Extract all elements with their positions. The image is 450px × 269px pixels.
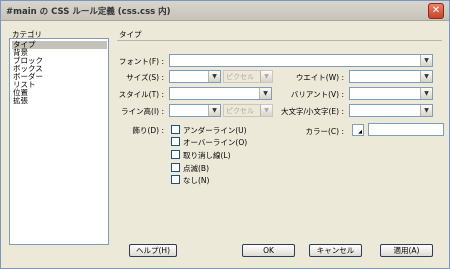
chevron-down-icon: ▼ [420, 88, 432, 99]
ok-button[interactable]: OK [242, 244, 295, 257]
underline-checkbox[interactable] [171, 125, 180, 134]
color-picker-button[interactable]: ◢ [352, 124, 364, 136]
none-label: なし(N) [183, 176, 210, 185]
css-rule-dialog: #main の CSS ルール定義 (css.css 内) ✕ カテゴリ タイプ… [0, 0, 450, 269]
chevron-down-icon: ▼ [260, 105, 272, 116]
weight-label: ウエイト(W) : [295, 73, 344, 82]
size-select[interactable]: ▼ [169, 70, 221, 83]
strikethrough-checkbox[interactable] [171, 150, 180, 159]
blink-label: 点滅(B) [183, 164, 209, 173]
dialog-title: #main の CSS ルール定義 (css.css 内) [6, 7, 171, 17]
size-unit-value: ピクセル [226, 73, 254, 81]
category-list: タイプ 背景 ブロック ボックス ボーダー リスト 位置 拡張 [9, 38, 109, 245]
weight-select[interactable]: ▼ [349, 70, 433, 83]
overline-label: オーバーライン(O) [183, 138, 248, 147]
chevron-down-icon: ▼ [420, 105, 432, 116]
color-input[interactable] [368, 123, 444, 136]
case-label: 大文字/小文字(E) : [280, 107, 344, 116]
size-label: サイズ(S) : [126, 73, 164, 82]
size-unit-select: ピクセル ▼ [223, 70, 273, 83]
chevron-down-icon: ▼ [420, 71, 432, 82]
style-select[interactable]: ▼ [169, 87, 272, 100]
chevron-down-icon: ▼ [420, 55, 432, 66]
help-button[interactable]: ヘルプ(H) [129, 244, 177, 257]
underline-label: アンダーライン(U) [183, 126, 247, 135]
variant-label: バリアント(V) : [290, 90, 344, 99]
chevron-down-icon: ▼ [260, 71, 272, 82]
title-bar: #main の CSS ルール定義 (css.css 内) ✕ [1, 1, 449, 21]
panel-divider [117, 40, 442, 41]
font-label: フォント(F) : [118, 57, 164, 66]
chevron-down-icon: ▼ [208, 71, 220, 82]
none-checkbox[interactable] [171, 175, 180, 184]
close-button[interactable]: ✕ [428, 3, 444, 19]
panel-heading: タイプ [119, 30, 142, 39]
chevron-down-icon: ▼ [208, 105, 220, 116]
style-label: スタイル(T) : [118, 90, 164, 99]
font-select[interactable]: ▼ [169, 54, 433, 67]
apply-button[interactable]: 適用(A) [380, 244, 433, 257]
strikethrough-label: 取り消し線(L) [183, 151, 231, 160]
color-label: カラー(C) : [305, 127, 345, 136]
decoration-label: 飾り(D) : [132, 126, 164, 135]
triangle-icon: ◢ [358, 129, 362, 135]
category-item-extensions[interactable]: 拡張 [12, 97, 107, 105]
line-height-select[interactable]: ▼ [169, 104, 221, 117]
overline-checkbox[interactable] [171, 137, 180, 146]
close-icon: ✕ [431, 5, 441, 16]
chevron-down-icon: ▼ [259, 88, 271, 99]
line-height-label: ライン高(I) : [121, 107, 164, 116]
blink-checkbox[interactable] [171, 163, 180, 172]
variant-select[interactable]: ▼ [349, 87, 433, 100]
cancel-button[interactable]: キャンセル [309, 244, 362, 257]
case-select[interactable]: ▼ [349, 104, 433, 117]
line-height-unit-value: ピクセル [226, 107, 254, 115]
line-height-unit-select: ピクセル ▼ [223, 104, 273, 117]
